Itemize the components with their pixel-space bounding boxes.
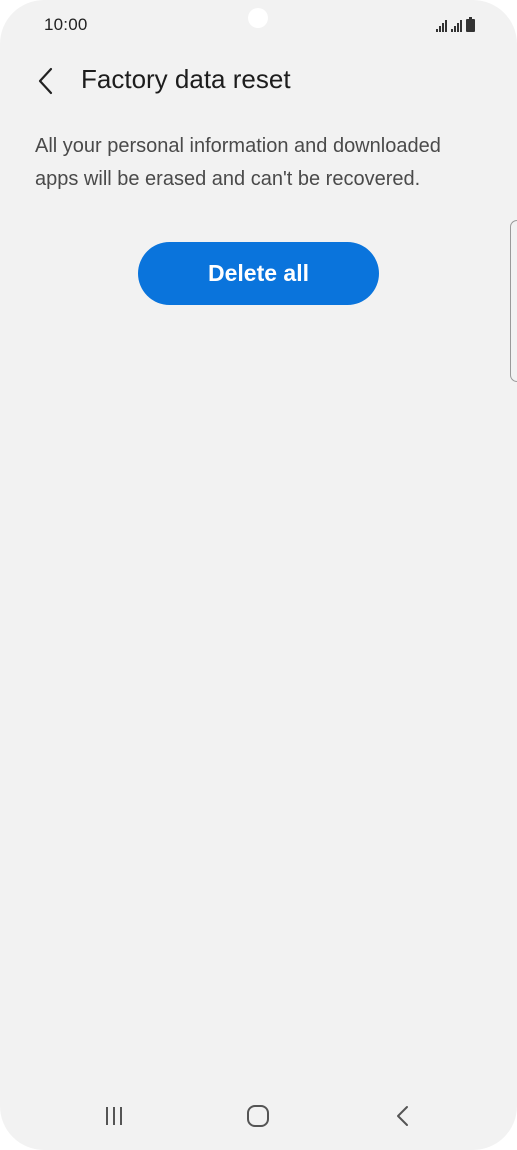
edge-panel-handle[interactable] [510, 220, 517, 382]
navigation-bar [0, 1090, 517, 1142]
recents-icon [106, 1107, 122, 1125]
recents-button[interactable] [84, 1090, 144, 1142]
status-icons [436, 14, 475, 32]
signal-icon-2 [451, 18, 462, 32]
back-nav-button[interactable] [373, 1090, 433, 1142]
status-time: 10:00 [44, 15, 88, 34]
page-title: Factory data reset [81, 64, 291, 94]
reset-description: All your personal information and downlo… [35, 135, 441, 190]
home-icon [247, 1105, 269, 1127]
chevron-left-icon [38, 67, 53, 95]
back-icon [397, 1106, 408, 1126]
header: Factory data reset [0, 58, 517, 104]
home-button[interactable] [228, 1090, 288, 1142]
battery-icon [466, 17, 475, 32]
phone-screen: 10:00 Factory data reset All your person… [0, 0, 517, 1150]
signal-icon [436, 18, 447, 32]
camera-cutout [248, 8, 268, 28]
back-button[interactable] [26, 58, 66, 104]
status-bar: 10:00 [0, 0, 517, 48]
delete-all-button[interactable]: Delete all [138, 242, 379, 305]
